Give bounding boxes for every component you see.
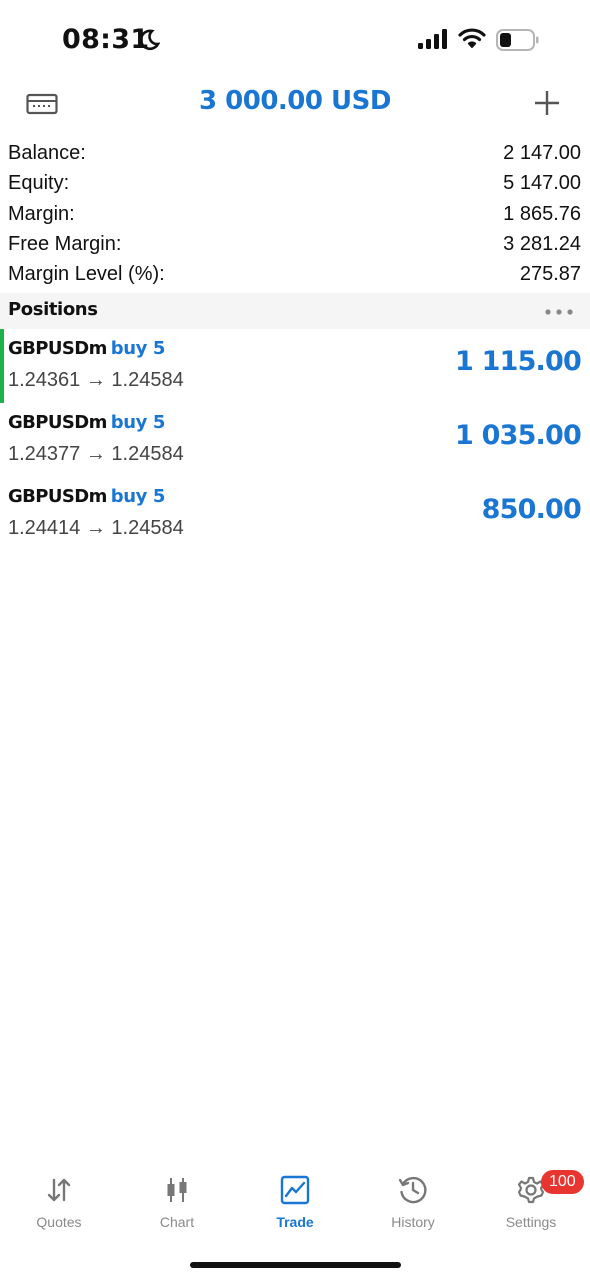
- position-profit: 1 035.00: [455, 420, 582, 451]
- position-side: buy 5: [110, 338, 166, 359]
- positions-section-header: Positions: [0, 293, 590, 329]
- bottom-tab-bar: Quotes Chart Trade History 100 Settings: [0, 1165, 590, 1245]
- candlestick-chart-icon: [167, 1178, 187, 1202]
- position-row[interactable]: GBPUSDm buy 5 1.24361 → 1.24584 1 115.00: [0, 329, 590, 403]
- trade-line-chart-icon: [280, 1175, 310, 1205]
- notification-badge: 100: [541, 1170, 584, 1194]
- tab-chart[interactable]: Chart: [118, 1165, 236, 1235]
- position-side: buy 5: [110, 486, 166, 507]
- selected-position-indicator: [0, 329, 4, 403]
- position-symbol: GBPUSDm: [8, 338, 107, 359]
- positions-list: GBPUSDm buy 5 1.24361 → 1.24584 1 115.00 …: [0, 329, 590, 551]
- position-symbol: GBPUSDm: [8, 412, 107, 433]
- summary-label: Margin Level (%):: [8, 263, 165, 285]
- account-summary: Balance: 2 147.00 Equity: 5 147.00 Margi…: [0, 138, 590, 289]
- summary-label: Margin:: [8, 202, 75, 225]
- position-row[interactable]: GBPUSDm buy 5 1.24414 → 1.24584 850.00: [0, 477, 590, 551]
- summary-value: 1 865.76: [503, 202, 581, 225]
- tab-label: History: [391, 1214, 435, 1230]
- summary-row-balance: Balance: 2 147.00: [0, 138, 590, 168]
- summary-label: Equity:: [8, 172, 70, 195]
- tab-history[interactable]: History: [354, 1165, 472, 1235]
- position-prices: 1.24414 → 1.24584: [8, 517, 184, 539]
- tab-label: Trade: [276, 1214, 314, 1230]
- history-clock-icon: [398, 1176, 427, 1204]
- summary-row-equity: Equity: 5 147.00: [0, 168, 590, 198]
- more-dots-icon[interactable]: [544, 308, 574, 316]
- summary-row-margin: Margin: 1 865.76: [0, 199, 590, 229]
- position-row[interactable]: GBPUSDm buy 5 1.24377 → 1.24584 1 035.00: [0, 403, 590, 477]
- summary-row-margin-level: Margin Level (%): 275.87: [0, 259, 590, 289]
- moon-icon: [139, 29, 160, 51]
- battery-icon: [496, 29, 539, 51]
- account-header: 3 000.00 USD: [0, 80, 590, 136]
- positions-title: Positions: [8, 299, 98, 320]
- account-balance-title[interactable]: 3 000.00 USD: [0, 86, 590, 116]
- position-title: GBPUSDm buy 5: [8, 338, 165, 359]
- summary-label: Free Margin:: [8, 232, 122, 255]
- tab-label: Settings: [505, 1214, 557, 1230]
- tab-trade[interactable]: Trade: [236, 1165, 354, 1235]
- position-title: GBPUSDm buy 5: [8, 412, 165, 433]
- status-time: 08:31: [62, 24, 150, 55]
- position-side: buy 5: [110, 412, 166, 433]
- summary-label: Balance:: [8, 142, 86, 164]
- home-indicator[interactable]: [190, 1262, 401, 1268]
- status-bar: 08:31: [0, 0, 590, 80]
- tab-label: Quotes: [36, 1214, 82, 1230]
- tab-label: Chart: [159, 1214, 195, 1230]
- position-title: GBPUSDm buy 5: [8, 486, 165, 507]
- tab-quotes[interactable]: Quotes: [0, 1165, 118, 1235]
- summary-value: 275.87: [519, 263, 581, 285]
- summary-value: 5 147.00: [503, 172, 581, 195]
- position-profit: 1 115.00: [455, 346, 582, 377]
- plus-icon[interactable]: [532, 88, 562, 118]
- summary-value: 3 281.24: [503, 232, 581, 255]
- quotes-arrows-icon: [47, 1178, 71, 1202]
- position-prices: 1.24377 → 1.24584: [8, 443, 184, 465]
- position-prices: 1.24361 → 1.24584: [8, 369, 184, 391]
- summary-row-free-margin: Free Margin: 3 281.24: [0, 229, 590, 259]
- summary-value: 2 147.00: [503, 142, 581, 164]
- tab-settings[interactable]: 100 Settings: [472, 1165, 590, 1235]
- position-symbol: GBPUSDm: [8, 486, 107, 507]
- wifi-icon: [458, 28, 486, 48]
- cellular-signal-icon: [418, 29, 447, 49]
- position-profit: 850.00: [481, 494, 582, 525]
